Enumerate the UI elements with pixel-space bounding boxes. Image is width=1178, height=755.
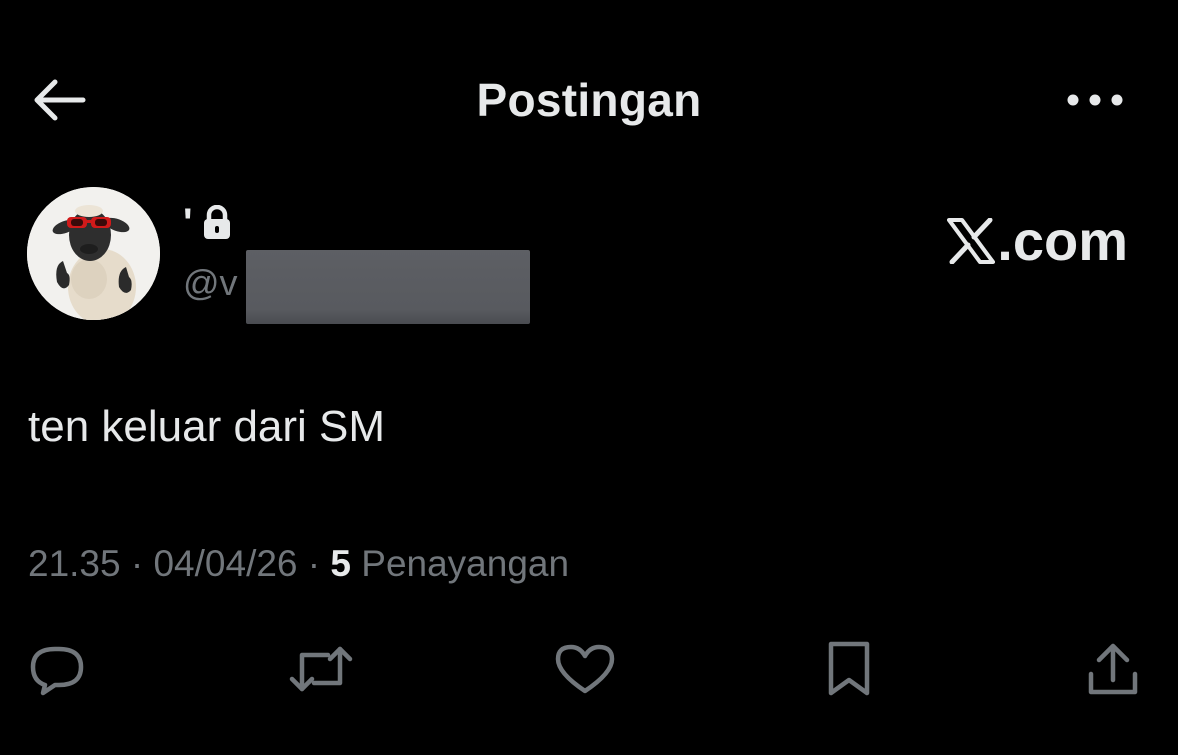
post-date[interactable]: 04/04/26: [153, 543, 297, 584]
meta-separator: ·: [297, 543, 331, 584]
heart-icon: [555, 644, 615, 694]
display-name-text: ': [183, 200, 193, 245]
sheep-avatar-image: [27, 187, 160, 320]
post-time[interactable]: 21.35: [28, 543, 121, 584]
bookmark-icon: [828, 641, 870, 696]
repost-arrows-icon: [289, 646, 353, 692]
reply-button[interactable]: [24, 636, 90, 702]
author-handle[interactable]: @v: [183, 262, 238, 304]
lock-icon: [201, 205, 233, 241]
post-text: ten keluar dari SM: [28, 402, 386, 451]
watermark-text: .com: [997, 209, 1128, 272]
avatar[interactable]: [27, 187, 160, 320]
author-display-name[interactable]: ': [183, 200, 233, 246]
repost-button[interactable]: [288, 636, 354, 702]
page-title: Postingan: [476, 74, 702, 126]
post-meta: 21.35 · 04/04/26 · 5 Penayangan: [28, 543, 569, 585]
like-button[interactable]: [552, 636, 618, 702]
x-logo-icon: [947, 217, 996, 264]
views-count: 5: [330, 543, 351, 584]
ellipsis-icon: [1067, 94, 1123, 106]
top-bar: Postingan: [0, 55, 1178, 145]
speech-bubble-icon: [30, 646, 84, 696]
redaction-box: [246, 250, 530, 324]
more-options-button[interactable]: [1060, 80, 1130, 120]
views-label: Penayangan: [361, 543, 570, 584]
bookmark-button[interactable]: [816, 636, 882, 702]
x-com-watermark: .com: [947, 208, 1128, 273]
share-upload-icon: [1088, 643, 1138, 695]
meta-separator: ·: [120, 543, 154, 584]
share-button[interactable]: [1080, 636, 1146, 702]
